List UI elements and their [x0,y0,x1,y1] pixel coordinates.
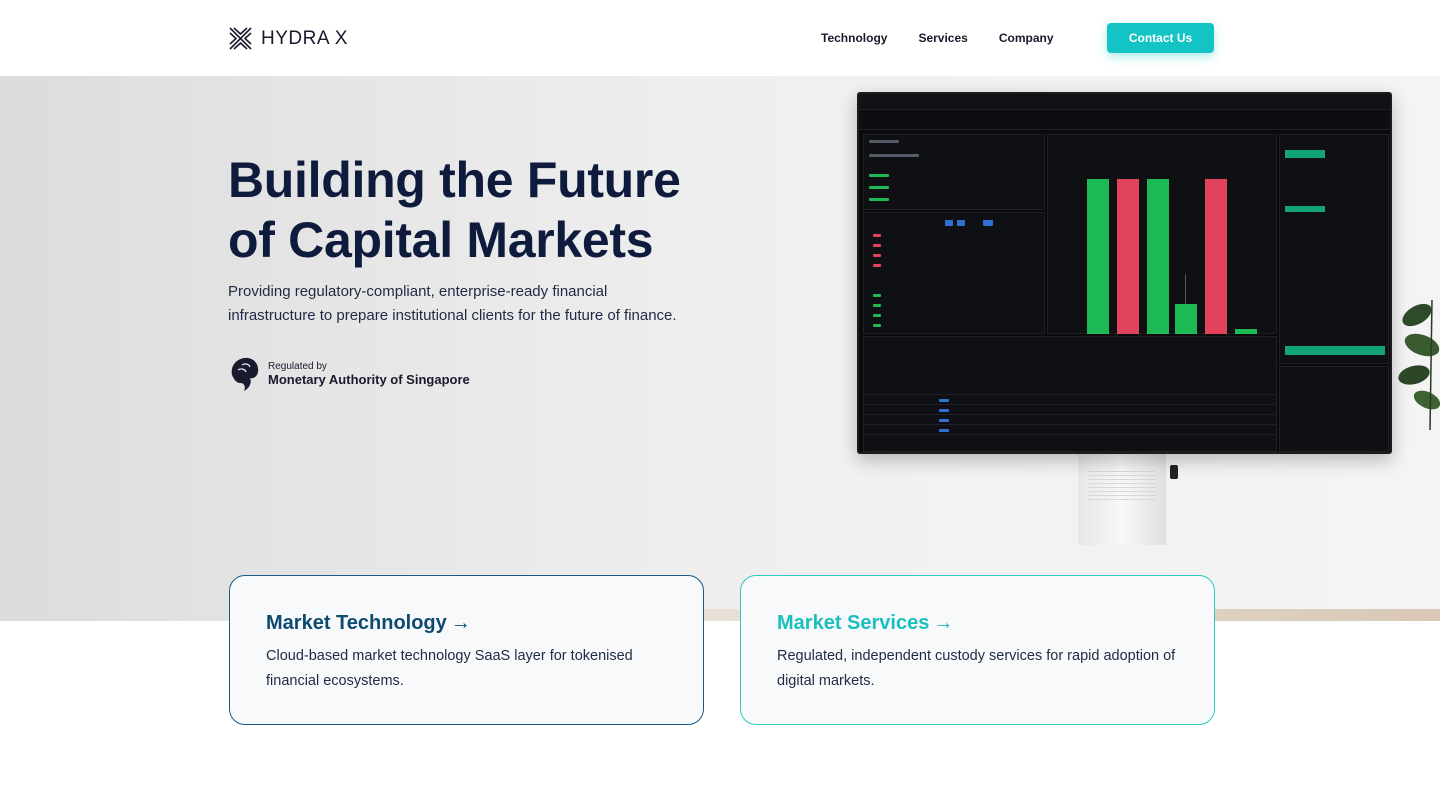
text-line [939,419,949,422]
text-line [945,220,953,226]
text-line [939,399,949,402]
market-services-card[interactable]: Market Services → Regulated, independent… [740,575,1215,725]
plant-decoration [1398,299,1440,430]
platform-topbar [859,94,1390,110]
card-title-text: Market Services [777,612,930,634]
text-line [869,186,889,189]
main-nav: Technology Services Company [821,31,1054,45]
chart-candle [1205,179,1227,334]
chart-candle [1147,179,1169,334]
chart-candle [1175,304,1197,334]
site-header: HYDRA X Technology Services Company Cont… [0,0,1440,76]
trading-platform-screenshot [857,92,1392,454]
hydra-x-logo-icon [229,27,252,50]
text-line [873,234,881,237]
text-line [983,220,993,226]
monitor-cable [1170,465,1178,479]
hero-title: Building the Future of Capital Markets [228,150,681,270]
regulator-name: Monetary Authority of Singapore [268,372,470,387]
table-row [863,414,1277,415]
nav-company[interactable]: Company [999,31,1054,45]
text-line [869,154,919,157]
buy-tab [1285,150,1325,158]
table-row [863,434,1277,435]
text-line [869,174,889,177]
regulator-badge: Regulated by Monetary Authority of Singa… [228,355,470,393]
chart-candle [1117,179,1139,334]
text-line [873,244,881,247]
limit-tab [1285,206,1325,212]
contact-us-button[interactable]: Contact Us [1107,23,1214,53]
place-order-button [1285,346,1385,355]
hero-title-line-1: Building the Future [228,152,681,208]
regulated-by-label: Regulated by [268,361,327,372]
place-order-panel [1279,134,1389,364]
table-row [863,404,1277,405]
text-line [939,409,949,412]
market-technology-card[interactable]: Market Technology → Cloud-based market t… [229,575,704,725]
table-row [863,424,1277,425]
text-line [869,140,899,143]
platform-stats-bar [859,110,1390,130]
table-row [863,394,1277,395]
merlion-logo-icon [231,357,259,391]
chart-wick [1185,274,1186,304]
hero-title-line-2: of Capital Markets [228,212,654,268]
market-technology-description: Cloud-based market technology SaaS layer… [266,648,633,689]
market-services-description: Regulated, independent custody services … [777,648,1176,689]
card-title-text: Market Technology [266,612,447,634]
nav-services[interactable]: Services [918,31,967,45]
watchlist-panel [863,134,1045,210]
balances-panel [1279,366,1389,452]
orderbook-panel [863,212,1045,334]
text-line [873,304,881,307]
arrow-right-icon: → [933,612,954,634]
text-line [957,220,965,226]
market-services-title[interactable]: Market Services → [777,612,953,635]
text-line [873,294,881,297]
text-line [873,264,881,267]
text-line [873,314,881,317]
market-technology-title[interactable]: Market Technology → [266,612,471,635]
text-line [939,429,949,432]
nav-technology[interactable]: Technology [821,31,887,45]
brand-name: HYDRA X [261,27,348,49]
text-line [873,254,881,257]
hero-subtitle: Providing regulatory-compliant, enterpri… [228,283,677,324]
brand-logo[interactable]: HYDRA X [228,26,348,51]
chart-candle [1087,179,1109,334]
text-line [869,198,889,201]
chart-candle [1235,329,1257,334]
monitor-stand-texture [1088,470,1156,500]
arrow-right-icon: → [450,612,471,634]
text-line [873,324,881,327]
